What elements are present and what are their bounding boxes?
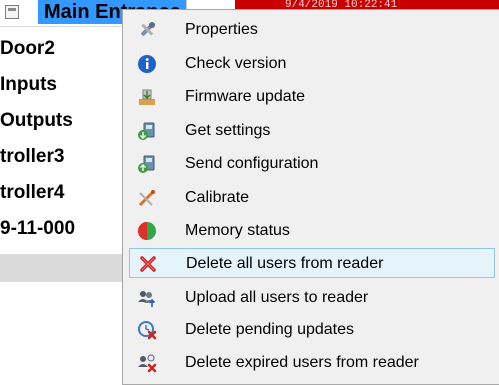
menu-item-label: Memory status [185,222,290,239]
screen: Main Entrance 9/4/2019 10:22:41 Door2 In… [0,0,499,385]
menu-item-label: Send configuration [185,155,319,172]
tree-item-controller4[interactable]: troller4 [0,182,64,204]
tree-item-9-11-000[interactable]: 9-11-000 [0,218,75,240]
menu-item-check-version[interactable]: Check version [129,49,495,79]
send-configuration-icon [138,155,155,173]
delete-pending-updates-icon [138,321,157,340]
menu-item-calibrate[interactable]: Calibrate [129,183,495,213]
firmware-update-icon [139,89,155,105]
context-menu: Properties Check version Firmware update [122,9,499,385]
menu-item-label: Get settings [185,122,271,139]
menu-item-label: Firmware update [185,88,306,105]
controller-icon [5,5,19,19]
upload-users-icon [138,291,156,307]
menu-item-send-configuration[interactable]: Send configuration [129,149,495,179]
menu-item-label: Delete pending updates [185,321,355,338]
menu-item-upload-all-users[interactable]: Upload all users to reader [129,283,495,313]
memory-status-icon [138,222,156,240]
get-settings-icon [138,122,155,140]
menu-item-label: Calibrate [185,189,250,206]
info-icon [138,55,156,73]
tree-item-door2[interactable]: Door2 [0,38,55,60]
menu-item-label: Delete all users from reader [186,255,384,272]
calibrate-icon [138,190,155,207]
menu-item-properties[interactable]: Properties [129,15,495,45]
menu-item-firmware-update[interactable]: Firmware update [129,82,495,112]
menu-item-get-settings[interactable]: Get settings [129,116,495,146]
menu-item-label: Properties [185,21,258,38]
delete-red-x-icon [140,256,156,272]
menu-item-memory-status[interactable]: Memory status [129,216,495,246]
tools-icon [141,22,155,36]
delete-expired-users-icon [138,354,157,373]
tree-item-controller3[interactable]: troller3 [0,146,64,168]
menu-item-label: Upload all users to reader [185,289,369,306]
tree-item-inputs[interactable]: Inputs [0,74,57,96]
menu-item-label: Delete expired users from reader [185,354,419,371]
tree-empty-area [0,254,135,282]
menu-item-label: Check version [185,55,287,72]
menu-item-delete-all-users[interactable]: Delete all users from reader [129,248,495,278]
menu-item-delete-pending-updates[interactable]: Delete pending updates [129,315,495,345]
tree-item-outputs[interactable]: Outputs [0,110,73,132]
menu-item-delete-expired-users[interactable]: Delete expired users from reader [129,348,495,378]
